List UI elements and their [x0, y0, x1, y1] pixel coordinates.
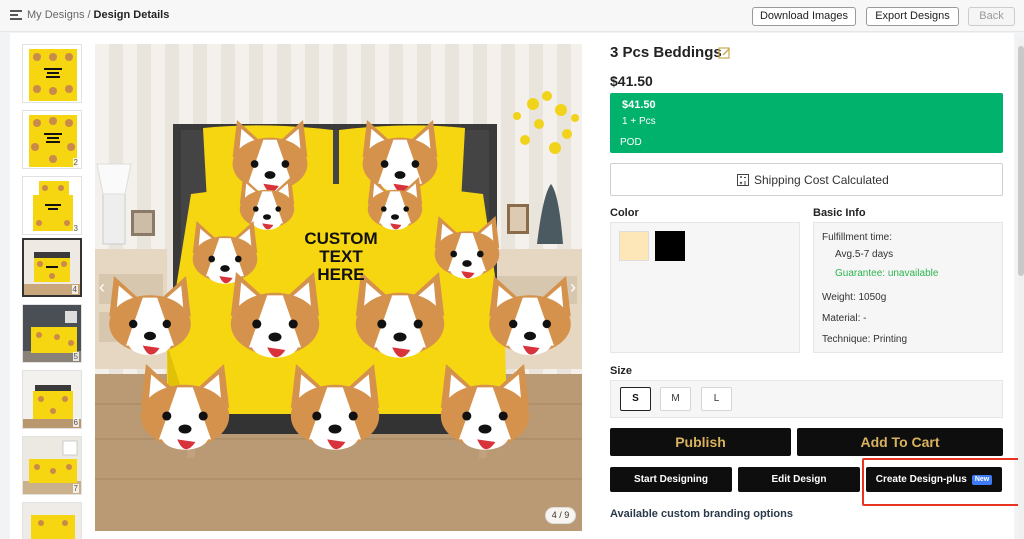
thumbnail-8[interactable] [22, 502, 82, 539]
menu-icon[interactable] [10, 10, 22, 20]
create-design-plus-button[interactable]: Create Design-plus New [866, 467, 1002, 492]
material-value: Material: - [822, 313, 867, 324]
breadcrumb-separator: / [87, 9, 91, 21]
print-text-line2: TEXT [319, 247, 363, 266]
size-options: S M L [610, 380, 1003, 418]
bedding-flatlay-image [23, 45, 81, 102]
breadcrumb-current: Design Details [93, 9, 170, 21]
back-button[interactable]: Back [968, 7, 1015, 26]
bedroom-scene-image [23, 503, 81, 539]
shipping-cost-label: Shipping Cost Calculated [754, 173, 889, 187]
tier-quantity: 1 + Pcs [622, 116, 656, 127]
thumbnail-6[interactable]: 6 [22, 370, 82, 429]
technique-value: Technique: Printing [822, 334, 908, 345]
thumbnail-number: 6 [72, 418, 79, 427]
tier-price: $41.50 [622, 99, 656, 111]
thumbnail-number: 3 [72, 224, 79, 233]
print-text-line3: HERE [317, 265, 364, 284]
size-option-s[interactable]: S [620, 387, 651, 411]
color-options [610, 222, 800, 353]
thumbnail-1[interactable] [22, 44, 82, 103]
thumbnail-number: 4 [71, 285, 78, 294]
fulfillment-label: Fulfillment time: [822, 232, 893, 243]
color-label: Color [610, 207, 639, 219]
basic-info-label: Basic Info [813, 207, 866, 219]
thumbnail-2[interactable]: 2 [22, 110, 82, 169]
thumbnail-4[interactable]: 4 [22, 238, 82, 297]
export-designs-button[interactable]: Export Designs [866, 7, 959, 26]
edit-title-icon[interactable] [718, 46, 731, 59]
shipping-cost-button[interactable]: Shipping Cost Calculated [610, 163, 1003, 196]
breadcrumb-root[interactable]: My Designs [27, 9, 84, 21]
weight-value: Weight: 1050g [822, 292, 887, 303]
size-option-l[interactable]: L [701, 387, 732, 411]
calculator-icon [737, 174, 749, 186]
product-price: $41.50 [610, 73, 653, 89]
thumbnail-5[interactable]: 5 [22, 304, 82, 363]
fulfillment-value: Avg.5-7 days [835, 249, 894, 260]
download-images-button[interactable]: Download Images [752, 7, 856, 26]
price-tier-card[interactable]: $41.50 1 + Pcs POD [610, 93, 1003, 153]
scrollbar-thumb[interactable] [1018, 46, 1024, 276]
image-counter: 4 / 9 [545, 507, 576, 524]
guarantee-status: Guarantee: unavailable [835, 268, 939, 279]
color-swatch-black[interactable] [655, 231, 685, 261]
thumbnail-number: 7 [72, 484, 79, 493]
thumbnail-number: 2 [72, 158, 79, 167]
main-product-image: CUSTOM TEXT HERE [95, 44, 582, 531]
publish-button[interactable]: Publish [610, 428, 791, 456]
thumbnail-list[interactable]: 2 3 4 5 6 7 [22, 44, 82, 539]
page-scrollbar[interactable] [1018, 38, 1024, 539]
product-title: 3 Pcs Beddings [610, 44, 722, 61]
thumbnail-3[interactable]: 3 [22, 176, 82, 235]
new-badge: New [971, 475, 993, 485]
bedroom-bedding-photo: CUSTOM TEXT HERE [95, 44, 582, 531]
size-option-m[interactable]: M [660, 387, 691, 411]
thumbnail-number: 5 [72, 352, 79, 361]
thumbnail-7[interactable]: 7 [22, 436, 82, 495]
create-design-plus-label: Create Design-plus [875, 474, 967, 485]
print-text-line1: CUSTOM [304, 229, 377, 248]
prev-image-arrow[interactable]: ‹ [94, 262, 110, 312]
add-to-cart-button[interactable]: Add To Cart [797, 428, 1003, 456]
branding-options-heading: Available custom branding options [610, 508, 793, 520]
start-designing-button[interactable]: Start Designing [610, 467, 732, 492]
next-image-arrow[interactable]: › [565, 262, 581, 312]
size-label: Size [610, 365, 633, 377]
basic-info-panel: Fulfillment time: Avg.5-7 days Guarantee… [813, 222, 1003, 353]
tier-type: POD [620, 137, 642, 148]
top-bar: My Designs / Design Details Download Image… [0, 0, 1024, 32]
color-swatch-cream[interactable] [619, 231, 649, 261]
edit-design-button[interactable]: Edit Design [738, 467, 860, 492]
breadcrumb: My Designs / Design Details [27, 9, 169, 21]
